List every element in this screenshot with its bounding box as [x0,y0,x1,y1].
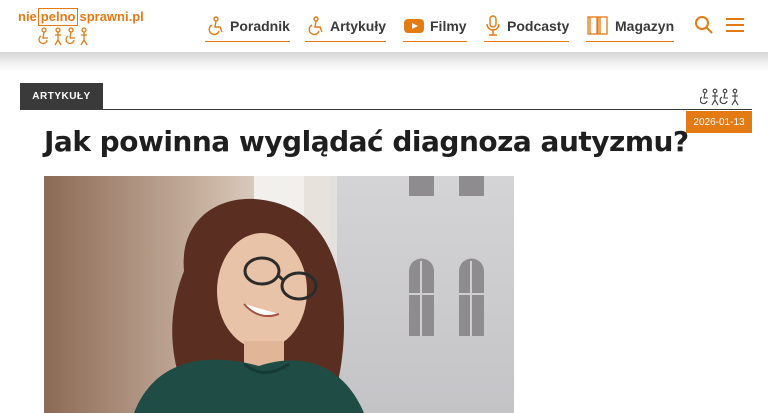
nav-underline [586,41,675,42]
nav-item-magazyn[interactable]: Magazyn [586,14,675,42]
nav-item-poradnik[interactable]: Poradnik [205,14,290,42]
nav-underline [305,41,387,42]
wheelchair-icon [208,16,223,36]
wheelchair-icon [308,16,323,36]
category-tag[interactable]: ARTYKUŁY [20,83,103,110]
logo-text-pelno: pelno [37,8,79,26]
nav-underline [484,41,570,42]
search-icon[interactable] [694,15,714,35]
article-hero-image[interactable] [44,176,514,413]
article-title: Jak powinna wyglądać diagnoza autyzmu? [44,125,689,158]
nav-item-filmy[interactable]: Filmy [403,14,467,42]
nav-underline [403,41,467,42]
nav-item-podcasty[interactable]: Podcasty [484,14,570,42]
site-header: nie pelno sprawni.pl Poradnik Artykuły F… [0,0,768,52]
logo-figures-icon [38,27,88,46]
nav-label: Poradnik [230,18,290,34]
microphone-icon [486,15,500,36]
nav-label: Podcasty [507,18,570,34]
nav-item-artykuly[interactable]: Artykuły [305,14,387,42]
magazine-icon [587,16,608,35]
logo-text-nie: nie [18,9,37,24]
header-shadow [0,52,768,72]
logo-text-sprawni: sprawni.pl [79,9,144,24]
date-badge: 2026-01-13 [686,111,752,133]
nav-label: Artykuły [330,18,387,34]
hamburger-menu-icon[interactable] [724,15,746,35]
divider-line [20,109,752,110]
nav-label: Filmy [430,18,467,34]
nav-label: Magazyn [615,18,675,34]
figures-decoration-icon [700,88,739,106]
nav-underline [205,41,290,42]
site-logo[interactable]: nie pelno sprawni.pl [18,8,144,48]
youtube-icon [404,19,424,33]
